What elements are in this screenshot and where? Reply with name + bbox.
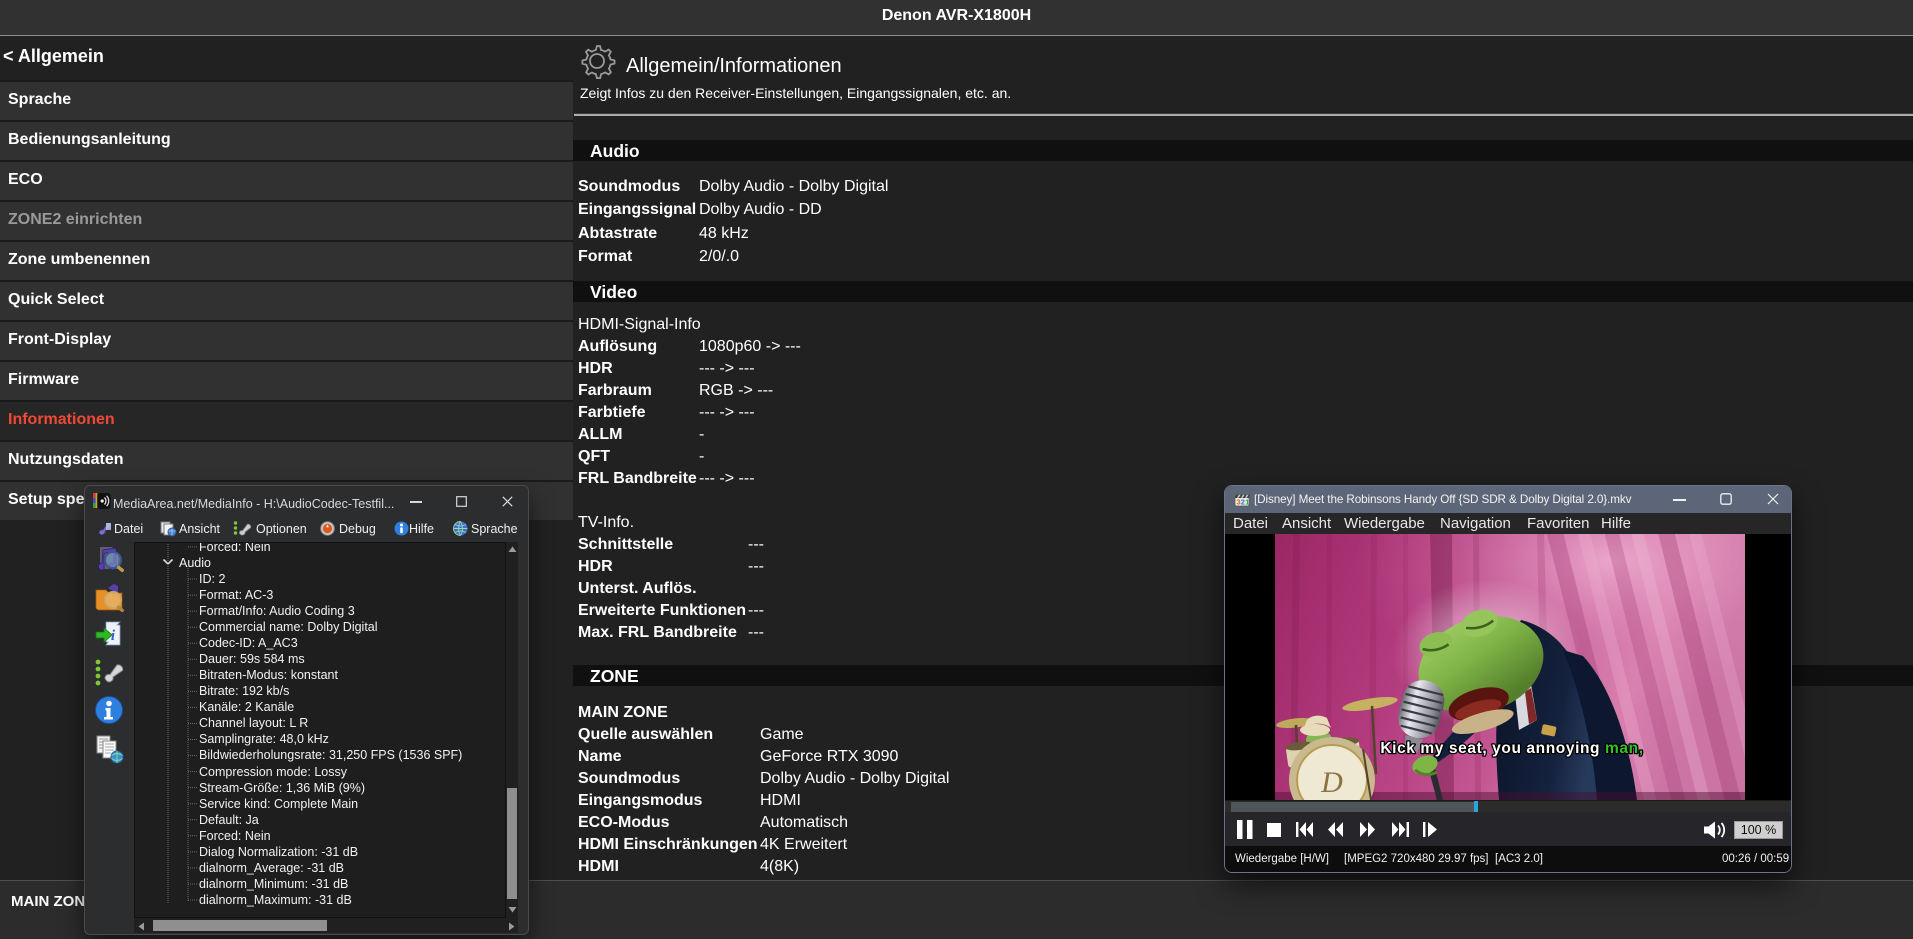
svg-text:Kick my seat, you annoying man: Kick my seat, you annoying man, xyxy=(1380,740,1643,757)
svg-text:D: D xyxy=(1320,766,1343,799)
svg-text:1: 1 xyxy=(1245,498,1249,507)
